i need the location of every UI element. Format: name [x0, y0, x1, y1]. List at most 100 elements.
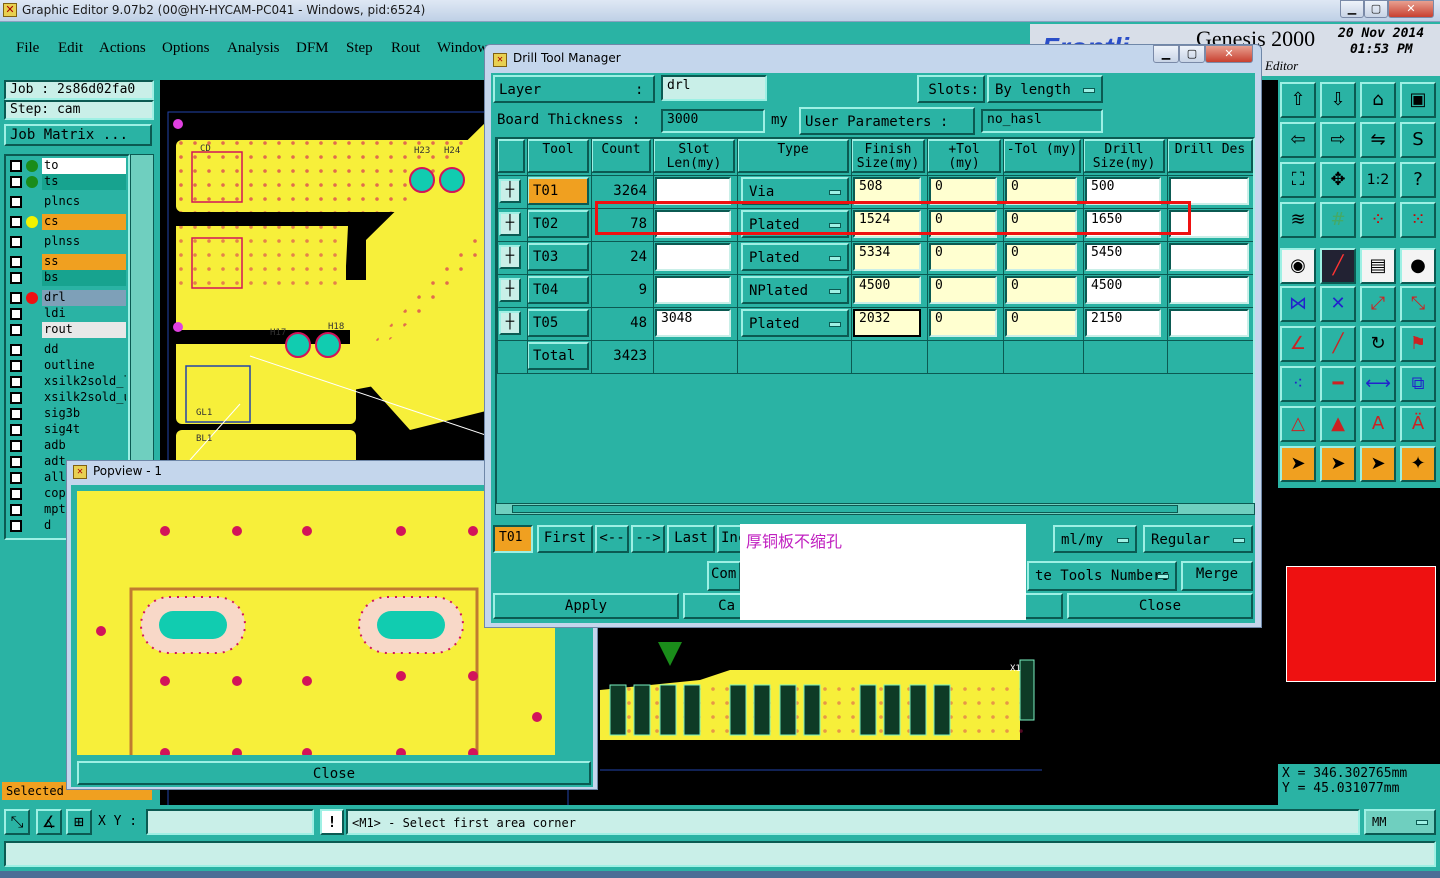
layer-color-icon[interactable] — [26, 292, 38, 304]
tool-move-right-icon[interactable]: ⇨ — [1320, 122, 1356, 158]
tools-numbers-select[interactable]: te Tools Numbers — [1027, 561, 1177, 591]
layer-row-cs[interactable]: cs — [8, 214, 126, 230]
menu-dfm[interactable]: DFM — [296, 40, 329, 57]
layer-row-rout[interactable]: rout — [8, 322, 126, 338]
tool-snap2-icon[interactable]: ⁙ — [1400, 202, 1436, 238]
prev-button[interactable]: <-- — [595, 525, 629, 553]
column-header[interactable]: Finish Size(my) — [851, 139, 925, 173]
units-select[interactable]: ml/my — [1053, 525, 1137, 553]
column-header[interactable]: Slot Len(my) — [653, 139, 735, 173]
tool-id-button[interactable]: T03 — [527, 243, 589, 271]
tool-mtol-input[interactable]: 0 — [1005, 309, 1077, 337]
layer-color-icon[interactable] — [26, 176, 38, 188]
tool-rotate-icon[interactable]: ↻ — [1360, 326, 1396, 362]
dtm-minimize-button[interactable]: ▁ — [1153, 45, 1179, 63]
layer-row-bs[interactable]: bs — [8, 270, 126, 286]
layer-checkbox[interactable] — [10, 488, 22, 500]
tool-mirror-icon[interactable]: ⇋ — [1360, 122, 1396, 158]
layer-name[interactable]: dd — [42, 342, 126, 358]
layer-checkbox[interactable] — [10, 360, 22, 372]
layer-row-adb[interactable]: adb — [8, 438, 126, 454]
tool-slot-input[interactable] — [655, 276, 731, 304]
tool-pointer-icon[interactable]: ➤ — [1280, 446, 1316, 482]
table-scrollbar[interactable] — [495, 503, 1255, 515]
tool-pointer3-icon[interactable]: ➤ — [1360, 446, 1396, 482]
expand-row-button[interactable]: ┼ — [499, 278, 521, 302]
menu-options[interactable]: Options — [162, 40, 210, 57]
layer-name[interactable]: ldi — [42, 306, 126, 322]
layer-checkbox[interactable] — [10, 272, 22, 284]
tool-pad-icon[interactable]: ◉ — [1280, 248, 1316, 284]
zoom-tool-icon[interactable]: ⤡ — [4, 809, 30, 835]
layer-name[interactable]: xsilk2sold_u — [42, 390, 126, 406]
tool-diag-icon[interactable]: ╱ — [1320, 326, 1356, 362]
tool-connect2-icon[interactable]: ⤡ — [1400, 286, 1436, 322]
layer-color-icon[interactable] — [26, 160, 38, 172]
layer-checkbox[interactable] — [10, 424, 22, 436]
layer-checkbox[interactable] — [10, 324, 22, 336]
apply-button[interactable]: Apply — [493, 593, 679, 619]
tool-move-up-icon[interactable]: ⇧ — [1280, 82, 1316, 118]
tool-type-select[interactable]: NPlated — [741, 276, 849, 304]
thickness-field[interactable]: 3000 — [661, 109, 765, 133]
layer-checkbox[interactable] — [10, 472, 22, 484]
table-scroll-thumb[interactable] — [512, 505, 1178, 513]
layer-name[interactable]: cs — [42, 214, 126, 230]
menu-window[interactable]: Window — [437, 40, 488, 57]
menu-rout[interactable]: Rout — [391, 40, 420, 57]
layer-color-icon[interactable] — [26, 216, 38, 228]
layer-row-sig4t[interactable]: sig4t — [8, 422, 126, 438]
layer-row-ts[interactable]: ts — [8, 174, 126, 190]
tool-move-left-icon[interactable]: ⇦ — [1280, 122, 1316, 158]
tool-circle-icon[interactable]: ● — [1400, 248, 1436, 284]
menu-step[interactable]: Step — [346, 40, 373, 57]
tool-type-select[interactable]: Plated — [741, 243, 849, 271]
column-header[interactable]: Drill Size(my) — [1083, 139, 1165, 173]
dtm-close-window-button[interactable]: ✕ — [1205, 45, 1253, 63]
tool-hline-icon[interactable]: ━ — [1320, 366, 1356, 402]
tool-id-button[interactable]: T05 — [527, 309, 589, 337]
tool-nodes-icon[interactable]: ⋈ — [1280, 286, 1316, 322]
dtm-maximize-button[interactable]: ▢ — [1179, 45, 1205, 63]
menu-edit[interactable]: Edit — [58, 40, 83, 57]
layer-row-outline[interactable]: outline — [8, 358, 126, 374]
tool-drill-input[interactable]: 2150 — [1085, 309, 1161, 337]
tool-ptol-input[interactable]: 0 — [929, 243, 997, 271]
layer-row-ss[interactable]: ss — [8, 254, 126, 270]
layer-name[interactable]: sig4t — [42, 422, 126, 438]
layer-row-plnss[interactable]: plnss — [8, 234, 126, 250]
layer-checkbox[interactable] — [10, 504, 22, 516]
layer-checkbox[interactable] — [10, 216, 22, 228]
layer-checkbox[interactable] — [10, 236, 22, 248]
merge-button[interactable]: Merge — [1181, 561, 1253, 591]
tool-finish-input[interactable]: 2032 — [853, 309, 921, 337]
tool-points-icon[interactable]: ⁖ — [1280, 366, 1316, 402]
layer-row-xsilk2sold-l[interactable]: xsilk2sold_l — [8, 374, 126, 390]
popview-close-button[interactable]: Close — [77, 761, 591, 785]
tool-line-icon[interactable]: ╱ — [1320, 248, 1356, 284]
tool-pan-icon[interactable]: ✥ — [1320, 162, 1356, 198]
expand-row-button[interactable]: ┼ — [499, 179, 521, 203]
tool-ptol-input[interactable]: 0 — [929, 276, 997, 304]
tool-tri3-icon[interactable]: A — [1360, 406, 1396, 442]
menu-file[interactable]: File — [16, 40, 39, 57]
column-header[interactable]: Count — [591, 139, 651, 173]
column-header[interactable]: -Tol (my) — [1003, 139, 1081, 173]
tool-des-input[interactable] — [1169, 276, 1249, 304]
tool-pointer2-icon[interactable]: ➤ — [1320, 446, 1356, 482]
layer-field[interactable]: drl — [661, 75, 767, 101]
layer-checkbox[interactable] — [10, 256, 22, 268]
tool-slot-input[interactable]: 3048 — [655, 309, 731, 337]
tool-grid-icon[interactable]: # — [1320, 202, 1356, 238]
maximize-button[interactable]: ▢ — [1364, 0, 1388, 18]
tool-help-icon[interactable]: ? — [1400, 162, 1436, 198]
layer-name[interactable]: ts — [42, 174, 126, 190]
tool-slot-input[interactable] — [655, 243, 731, 271]
layer-checkbox[interactable] — [10, 408, 22, 420]
tool-layers-icon[interactable]: ≋ — [1280, 202, 1316, 238]
tool-flag-icon[interactable]: ⚑ — [1400, 326, 1436, 362]
layer-name[interactable]: plnss — [42, 234, 126, 250]
layer-checkbox[interactable] — [10, 456, 22, 468]
command-line[interactable] — [4, 841, 1436, 867]
layer-name[interactable]: drl — [42, 290, 126, 306]
